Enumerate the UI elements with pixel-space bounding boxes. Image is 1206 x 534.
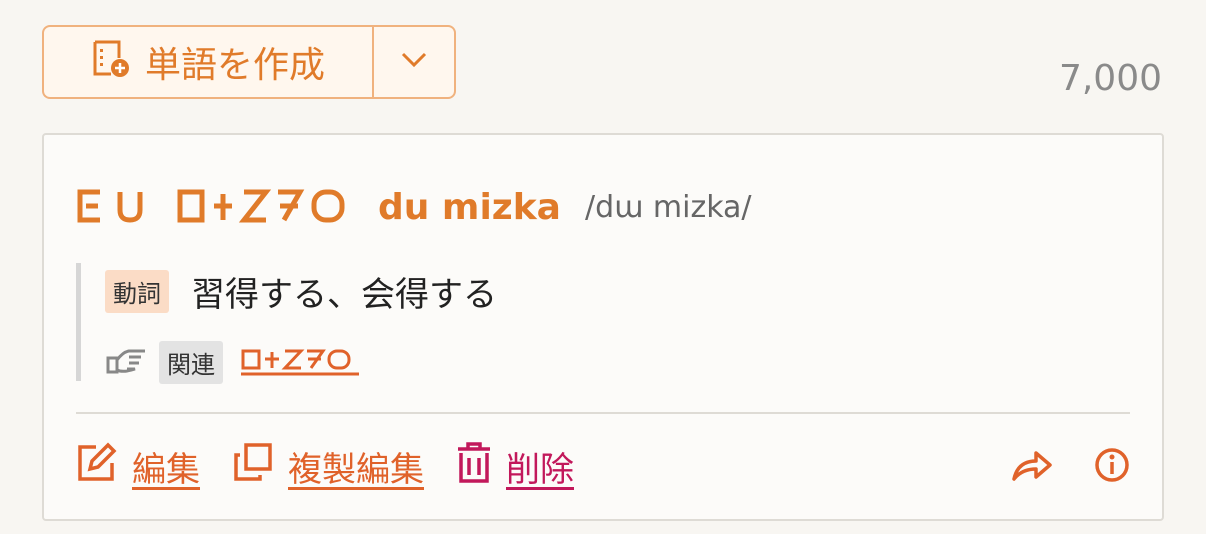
edit-button[interactable]: 編集 (76, 441, 200, 492)
duplicate-edit-label: 複製編集 (288, 450, 424, 490)
card-tools (1010, 447, 1130, 487)
card-divider (76, 412, 1130, 414)
part-of-speech-badge: 動詞 (105, 270, 169, 313)
word-romanization: du mizka (378, 187, 561, 228)
create-word-label: 単語を作成 (144, 45, 325, 86)
definition-row: 動詞 習得する、会得する (105, 267, 497, 316)
pointing-hand-icon (105, 346, 149, 380)
duplicate-edit-button[interactable]: 複製編集 (232, 441, 424, 492)
edit-icon (76, 441, 132, 492)
definition-text: 習得する、会得する (191, 275, 497, 315)
word-header: du mizka /dɯ mizka/ (76, 187, 752, 228)
definition-block: 動詞 習得する、会得する 関連 (76, 263, 781, 384)
create-word-button[interactable]: 単語を作成 (42, 25, 372, 99)
share-icon[interactable] (1010, 447, 1054, 487)
new-document-icon (91, 38, 131, 87)
chevron-down-icon (400, 51, 428, 73)
create-options-dropdown[interactable] (372, 25, 456, 99)
relation-badge: 関連 (159, 341, 223, 384)
word-script-name (76, 188, 352, 228)
word-card: du mizka /dɯ mizka/ 動詞 習得する、会得する 関連 編集 複… (42, 133, 1164, 521)
info-icon[interactable] (1094, 447, 1130, 487)
word-actions: 編集 複製編集 削除 (76, 441, 606, 492)
relation-row: 関連 (105, 341, 361, 384)
toolbar: 単語を作成 (42, 25, 456, 99)
related-word-link[interactable] (241, 346, 361, 380)
trash-icon (456, 441, 506, 492)
delete-button[interactable]: 削除 (456, 441, 574, 492)
word-count: 7,000 (1058, 58, 1162, 99)
duplicate-icon (232, 441, 288, 492)
word-pronunciation: /dɯ mizka/ (584, 190, 752, 225)
edit-label: 編集 (132, 450, 200, 490)
delete-label: 削除 (506, 450, 574, 490)
